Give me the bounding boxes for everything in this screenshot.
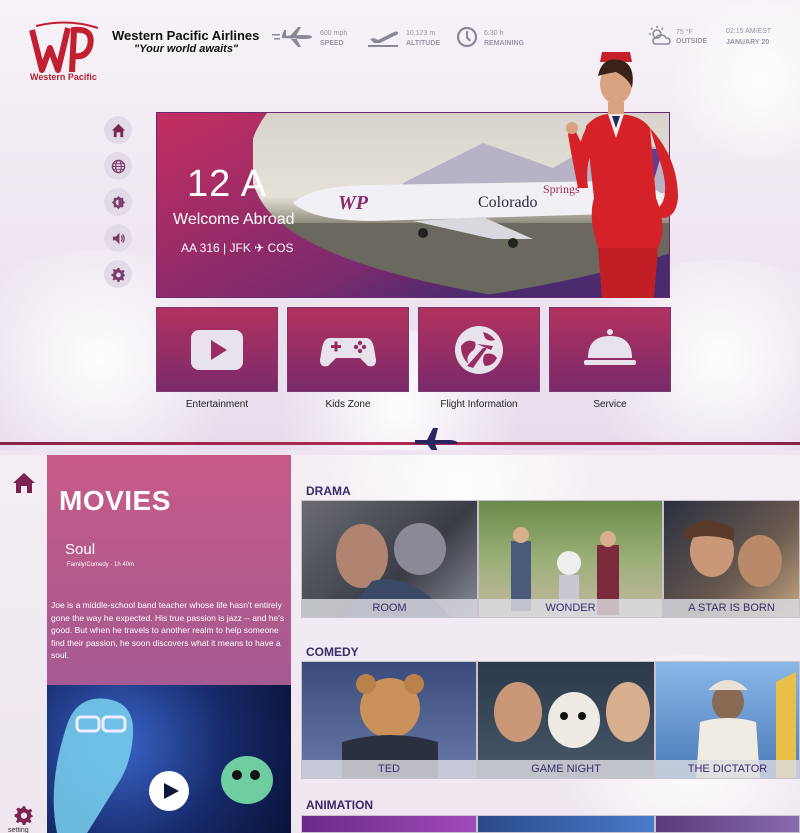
tile-entertainment[interactable] bbox=[156, 307, 278, 392]
movie-card[interactable]: GAME NIGHT bbox=[477, 661, 655, 779]
movie-card-title: ROOM bbox=[302, 599, 477, 617]
clock: 02:15 AM/EST JANUARY 20 bbox=[726, 26, 771, 48]
movie-card[interactable]: THE DICTATOR bbox=[655, 661, 800, 779]
stat-remaining: 6:30 h REMAINING bbox=[456, 22, 524, 52]
featured-movie-panel: MOVIES Soul Family/Comedy · 1h 40m Joe i… bbox=[47, 455, 291, 685]
airline-name: Western Pacific Airlines bbox=[112, 28, 260, 43]
play-icon bbox=[163, 783, 179, 799]
movie-card[interactable]: WONDER bbox=[478, 500, 663, 618]
movie-card-title: GAME NIGHT bbox=[478, 760, 654, 778]
clock-time: 02:15 AM/EST bbox=[726, 28, 772, 35]
settings-icon[interactable] bbox=[14, 805, 34, 825]
airplane-icon bbox=[272, 27, 312, 47]
movie-card[interactable] bbox=[301, 815, 477, 833]
nav-home-button[interactable] bbox=[104, 116, 132, 144]
clock-icon bbox=[456, 26, 478, 48]
speed-value: 600 mph bbox=[320, 29, 348, 37]
movie-card[interactable]: TED bbox=[301, 661, 477, 779]
volume-icon bbox=[112, 232, 125, 244]
movie-card[interactable]: A STAR IS BORN bbox=[663, 500, 800, 618]
takeoff-icon bbox=[368, 31, 398, 47]
settings-label[interactable]: setting bbox=[8, 827, 29, 833]
featured-movie-meta: Family/Comedy · 1h 40m bbox=[67, 562, 135, 568]
globe-icon bbox=[111, 159, 125, 173]
tile-labels: Entertainment Kids Zone Flight Informati… bbox=[156, 399, 671, 410]
comedy-row: TED GAME NIGHT THE DICTATOR bbox=[301, 661, 800, 779]
featured-movie-trailer[interactable] bbox=[47, 685, 291, 833]
cloche-icon bbox=[584, 328, 636, 365]
movie-card-title: TED bbox=[302, 760, 476, 778]
side-nav bbox=[104, 116, 132, 296]
movie-card-title: A STAR IS BORN bbox=[664, 599, 799, 617]
flight-attendant-image bbox=[566, 52, 678, 298]
movie-card[interactable] bbox=[477, 815, 655, 833]
gamepad-icon bbox=[320, 337, 376, 366]
settings-icon bbox=[110, 267, 125, 282]
home-icon[interactable] bbox=[12, 471, 36, 495]
main-menu-tiles bbox=[156, 307, 671, 392]
speed-label: SPEED bbox=[320, 39, 344, 47]
movie-card[interactable]: ROOM bbox=[301, 500, 478, 618]
home-icon bbox=[111, 123, 125, 137]
category-title-drama: DRAMA bbox=[306, 484, 351, 498]
movie-card-title: THE DICTATOR bbox=[656, 760, 799, 778]
seat-number: 12 A bbox=[187, 163, 268, 205]
flight-route: AA 316 | JFK ✈ COS bbox=[181, 241, 294, 255]
tile-kids-zone[interactable] bbox=[287, 307, 409, 392]
flight-progress-bar bbox=[0, 442, 800, 445]
weather-label: OUTSIDE bbox=[676, 38, 708, 45]
nav-language-button[interactable] bbox=[104, 152, 132, 180]
featured-movie-description: Joe is a middle-school band teacher whos… bbox=[51, 600, 285, 660]
bottom-screen: setting MOVIES Soul Family/Comedy · 1h 4… bbox=[0, 455, 800, 833]
tile-service[interactable] bbox=[549, 307, 671, 392]
tile-label-service[interactable]: Service bbox=[549, 399, 671, 410]
category-title-animation: ANIMATION bbox=[306, 798, 374, 812]
globe-plane-icon bbox=[455, 325, 503, 374]
animation-row bbox=[301, 815, 800, 833]
welcome-message: Welcome Abroad bbox=[173, 211, 295, 228]
featured-movie-title: Soul bbox=[65, 541, 96, 558]
altitude-value: 10,123 m bbox=[406, 29, 436, 37]
nav-brightness-button[interactable] bbox=[104, 188, 132, 216]
stat-altitude: 10,123 m ALTITUDE bbox=[368, 22, 440, 52]
stat-speed: 600 mph SPEED bbox=[272, 22, 347, 52]
movie-card-title: WONDER bbox=[479, 599, 662, 617]
tile-label-entertainment[interactable]: Entertainment bbox=[156, 399, 278, 410]
temperature-value: 75 °F bbox=[676, 29, 693, 36]
clock-date: JANUARY 20 bbox=[726, 39, 770, 46]
play-button[interactable] bbox=[149, 771, 189, 811]
tagline: "Your world awaits" bbox=[134, 43, 239, 55]
tile-label-kids-zone[interactable]: Kids Zone bbox=[287, 399, 409, 410]
partly-cloudy-icon bbox=[649, 26, 671, 45]
altitude-label: ALTITUDE bbox=[406, 39, 441, 47]
brightness-icon bbox=[111, 195, 125, 209]
weather: 75 °F OUTSIDE bbox=[648, 26, 707, 46]
tile-flight-information[interactable] bbox=[418, 307, 540, 392]
movies-title: MOVIES bbox=[59, 485, 171, 516]
category-title-comedy: COMEDY bbox=[306, 645, 359, 659]
drama-row: ROOM WONDER A STAR IS BORN bbox=[301, 500, 800, 618]
nav-volume-button[interactable] bbox=[104, 224, 132, 252]
top-screen: Western Pacific Western Pacific Airlines… bbox=[0, 0, 800, 450]
remaining-label: REMAINING bbox=[484, 39, 525, 47]
movie-card[interactable] bbox=[655, 815, 800, 833]
play-icon bbox=[191, 329, 243, 370]
tile-label-flight-information[interactable]: Flight Information bbox=[418, 399, 540, 410]
nav-settings-button[interactable] bbox=[104, 260, 132, 288]
flight-progress-plane-icon bbox=[415, 428, 458, 450]
logo-text: Western Pacific bbox=[30, 72, 97, 82]
remaining-value: 6:30 h bbox=[484, 29, 504, 37]
